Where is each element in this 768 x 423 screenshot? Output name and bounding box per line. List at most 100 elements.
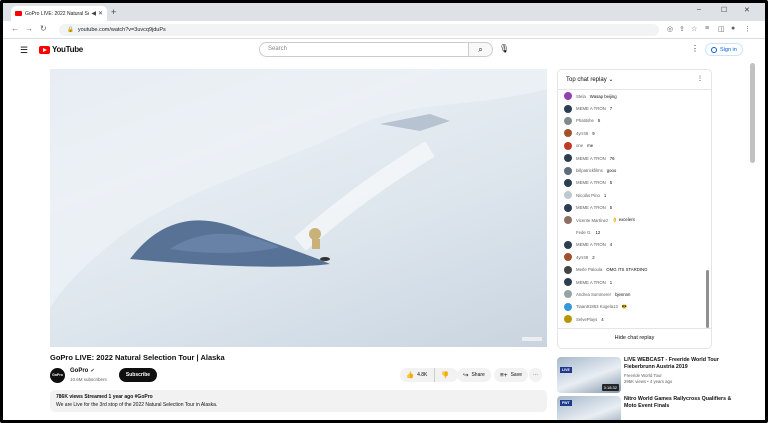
youtube-play-icon <box>39 45 50 54</box>
forward-icon[interactable]: → <box>25 24 33 33</box>
chat-avatar[interactable] <box>564 278 572 287</box>
chat-author[interactable]: MEME A TRON <box>576 205 606 210</box>
chat-avatar[interactable] <box>564 290 572 299</box>
chat-options-icon[interactable]: ⋮ <box>697 75 703 82</box>
settings-menu-icon[interactable]: ⋮ <box>691 44 699 53</box>
reading-list-icon[interactable]: ≡ <box>705 25 709 32</box>
hide-chat-button[interactable]: Hide chat replay <box>558 328 711 348</box>
recommended-video[interactable]: LIVE 3:18:32 LIVE WEBCAST - Freeride Wor… <box>557 357 743 399</box>
mic-icon[interactable]: 🎙 <box>499 44 509 53</box>
chat-author[interactable]: Fede G. <box>576 230 592 235</box>
like-button[interactable]: 👍 4.8K <box>400 368 436 382</box>
back-icon[interactable]: ← <box>11 24 19 33</box>
dislike-button[interactable]: 👎 <box>434 368 459 382</box>
chat-author[interactable]: MEME A TRON <box>576 106 606 111</box>
subscribe-button[interactable]: Subscribe <box>119 368 157 382</box>
chat-message: Phatitshe 5 <box>564 115 702 127</box>
chat-author[interactable]: 4yrr49 <box>576 255 588 260</box>
new-tab-button[interactable]: + <box>111 7 116 17</box>
page-scrollbar[interactable] <box>750 63 755 163</box>
recommended-meta: 295K views • 4 years ago <box>624 379 673 384</box>
bookmark-star-icon[interactable]: ☆ <box>691 25 697 33</box>
chat-author[interactable]: Merle Paloula <box>576 267 602 272</box>
chevron-down-icon: ⌄ <box>608 77 614 83</box>
chat-text: bjennnn <box>615 291 631 297</box>
chat-avatar[interactable] <box>564 228 572 237</box>
chat-avatar[interactable] <box>564 216 572 225</box>
recommended-title[interactable]: LIVE WEBCAST - Freeride World Tour Fiebe… <box>624 357 742 371</box>
channel-name: GoPro <box>70 368 89 374</box>
tab-close-icon[interactable]: ✕ <box>98 10 103 17</box>
save-button[interactable]: ≡+ Save <box>494 368 528 382</box>
chat-message: MEME A TRON 5 <box>564 177 702 189</box>
search-button[interactable]: ⌕ <box>469 42 493 57</box>
chat-text: 12 <box>595 229 601 235</box>
chat-message: MEME A TRON 5 <box>564 202 702 214</box>
chat-avatar[interactable] <box>564 191 572 200</box>
chat-author[interactable]: MEME A TRON <box>576 280 606 285</box>
chat-avatar[interactable] <box>564 104 572 113</box>
views-line: 786K views Streamed 1 year ago #GoPro <box>56 394 153 400</box>
chrome-menu-icon[interactable]: ⋮ <box>744 25 751 33</box>
chat-author[interactable]: billpatrickfilms <box>576 168 603 173</box>
minimize-button[interactable]: – <box>697 6 701 13</box>
chat-avatar[interactable] <box>564 116 572 125</box>
reload-icon[interactable]: ↻ <box>40 24 47 33</box>
chat-text: 5 <box>609 180 613 186</box>
channel-name-wrap[interactable]: GoPro ✔ <box>70 368 95 374</box>
chat-avatar[interactable] <box>564 265 572 274</box>
channel-avatar[interactable]: GoPro <box>50 368 65 383</box>
chat-author[interactable]: Phatitshe <box>576 118 594 123</box>
chat-author[interactable]: Tiaan91853 Kogela13 <box>576 304 618 309</box>
search-input[interactable]: Search <box>259 42 469 57</box>
chat-author[interactable]: MEME A TRON <box>576 242 606 247</box>
chat-author[interactable]: Andrea Sommerer <box>576 292 611 297</box>
chat-avatar[interactable] <box>564 129 572 138</box>
google-lens-icon[interactable]: ◎ <box>667 25 673 33</box>
chat-avatar[interactable] <box>564 302 572 311</box>
close-window-button[interactable]: ✕ <box>744 6 750 14</box>
chat-author[interactable]: Nicolás Pino <box>576 193 600 198</box>
chat-author[interactable]: MEME A TRON <box>576 156 606 161</box>
profile-icon[interactable]: ● <box>731 25 735 32</box>
description-box[interactable]: 786K views Streamed 1 year ago #GoPro We… <box>50 390 547 412</box>
share-button[interactable]: ↪ Share <box>457 368 491 382</box>
chat-author[interactable]: MEME A TRON <box>576 180 606 185</box>
recommended-thumbnail[interactable]: LIVE 3:18:32 <box>557 357 621 393</box>
chat-message: billpatrickfilms gooo <box>564 164 702 176</box>
chat-author[interactable]: one <box>576 143 583 148</box>
recommended-thumbnail[interactable]: FWT <box>557 396 621 420</box>
chat-scrollbar[interactable] <box>706 270 709 328</box>
chat-avatar[interactable] <box>564 240 572 249</box>
video-player[interactable] <box>50 69 547 347</box>
recommended-title[interactable]: Nitro World Games Rallycross Qualifiers … <box>624 396 742 410</box>
chat-avatar[interactable] <box>564 166 572 175</box>
chat-header: Top chat replay ⌄ ⋮ <box>558 70 711 90</box>
url-field[interactable]: 🔒 youtube.com/watch?v=3uvcq9jduPs <box>59 24 659 36</box>
chat-text: OMG ITS STARDING <box>606 267 648 273</box>
browser-tab[interactable]: GoPro LIVE: 2022 Natural Se ◀ ✕ <box>11 6 107 21</box>
share-page-icon[interactable]: ⇪ <box>679 25 685 33</box>
chat-text: Wasap beijing <box>589 93 617 99</box>
chat-avatar[interactable] <box>564 178 572 187</box>
maximize-button[interactable]: ☐ <box>721 6 727 14</box>
chat-message-list[interactable]: Stela Wasap beijing MEME A TRON 7 Phatitshe 5… <box>558 90 708 330</box>
menu-icon[interactable]: ☰ <box>20 45 28 56</box>
chat-avatar[interactable] <box>564 154 572 163</box>
chat-author[interactable]: Vicente Martínez <box>576 218 608 223</box>
chat-mode-dropdown[interactable]: Top chat replay ⌄ <box>566 77 613 83</box>
chat-avatar[interactable] <box>564 92 572 101</box>
chat-avatar[interactable] <box>564 315 572 324</box>
side-panel-icon[interactable]: ◫ <box>718 25 725 33</box>
more-actions-button[interactable]: ⋯ <box>529 368 542 382</box>
youtube-logo[interactable]: YouTube <box>39 45 83 54</box>
chat-author[interactable]: 4yrr49 <box>576 131 588 136</box>
chat-avatar[interactable] <box>564 203 572 212</box>
recommended-video[interactable]: FWT Nitro World Games Rallycross Qualifi… <box>557 396 743 420</box>
chat-avatar[interactable] <box>564 141 572 150</box>
audio-icon[interactable]: ◀ <box>91 10 96 17</box>
chat-avatar[interactable] <box>564 253 572 262</box>
sign-in-button[interactable]: Sign in <box>705 43 743 56</box>
chat-author[interactable]: SelvePlays <box>576 317 597 322</box>
chat-author[interactable]: Stela <box>576 94 586 99</box>
